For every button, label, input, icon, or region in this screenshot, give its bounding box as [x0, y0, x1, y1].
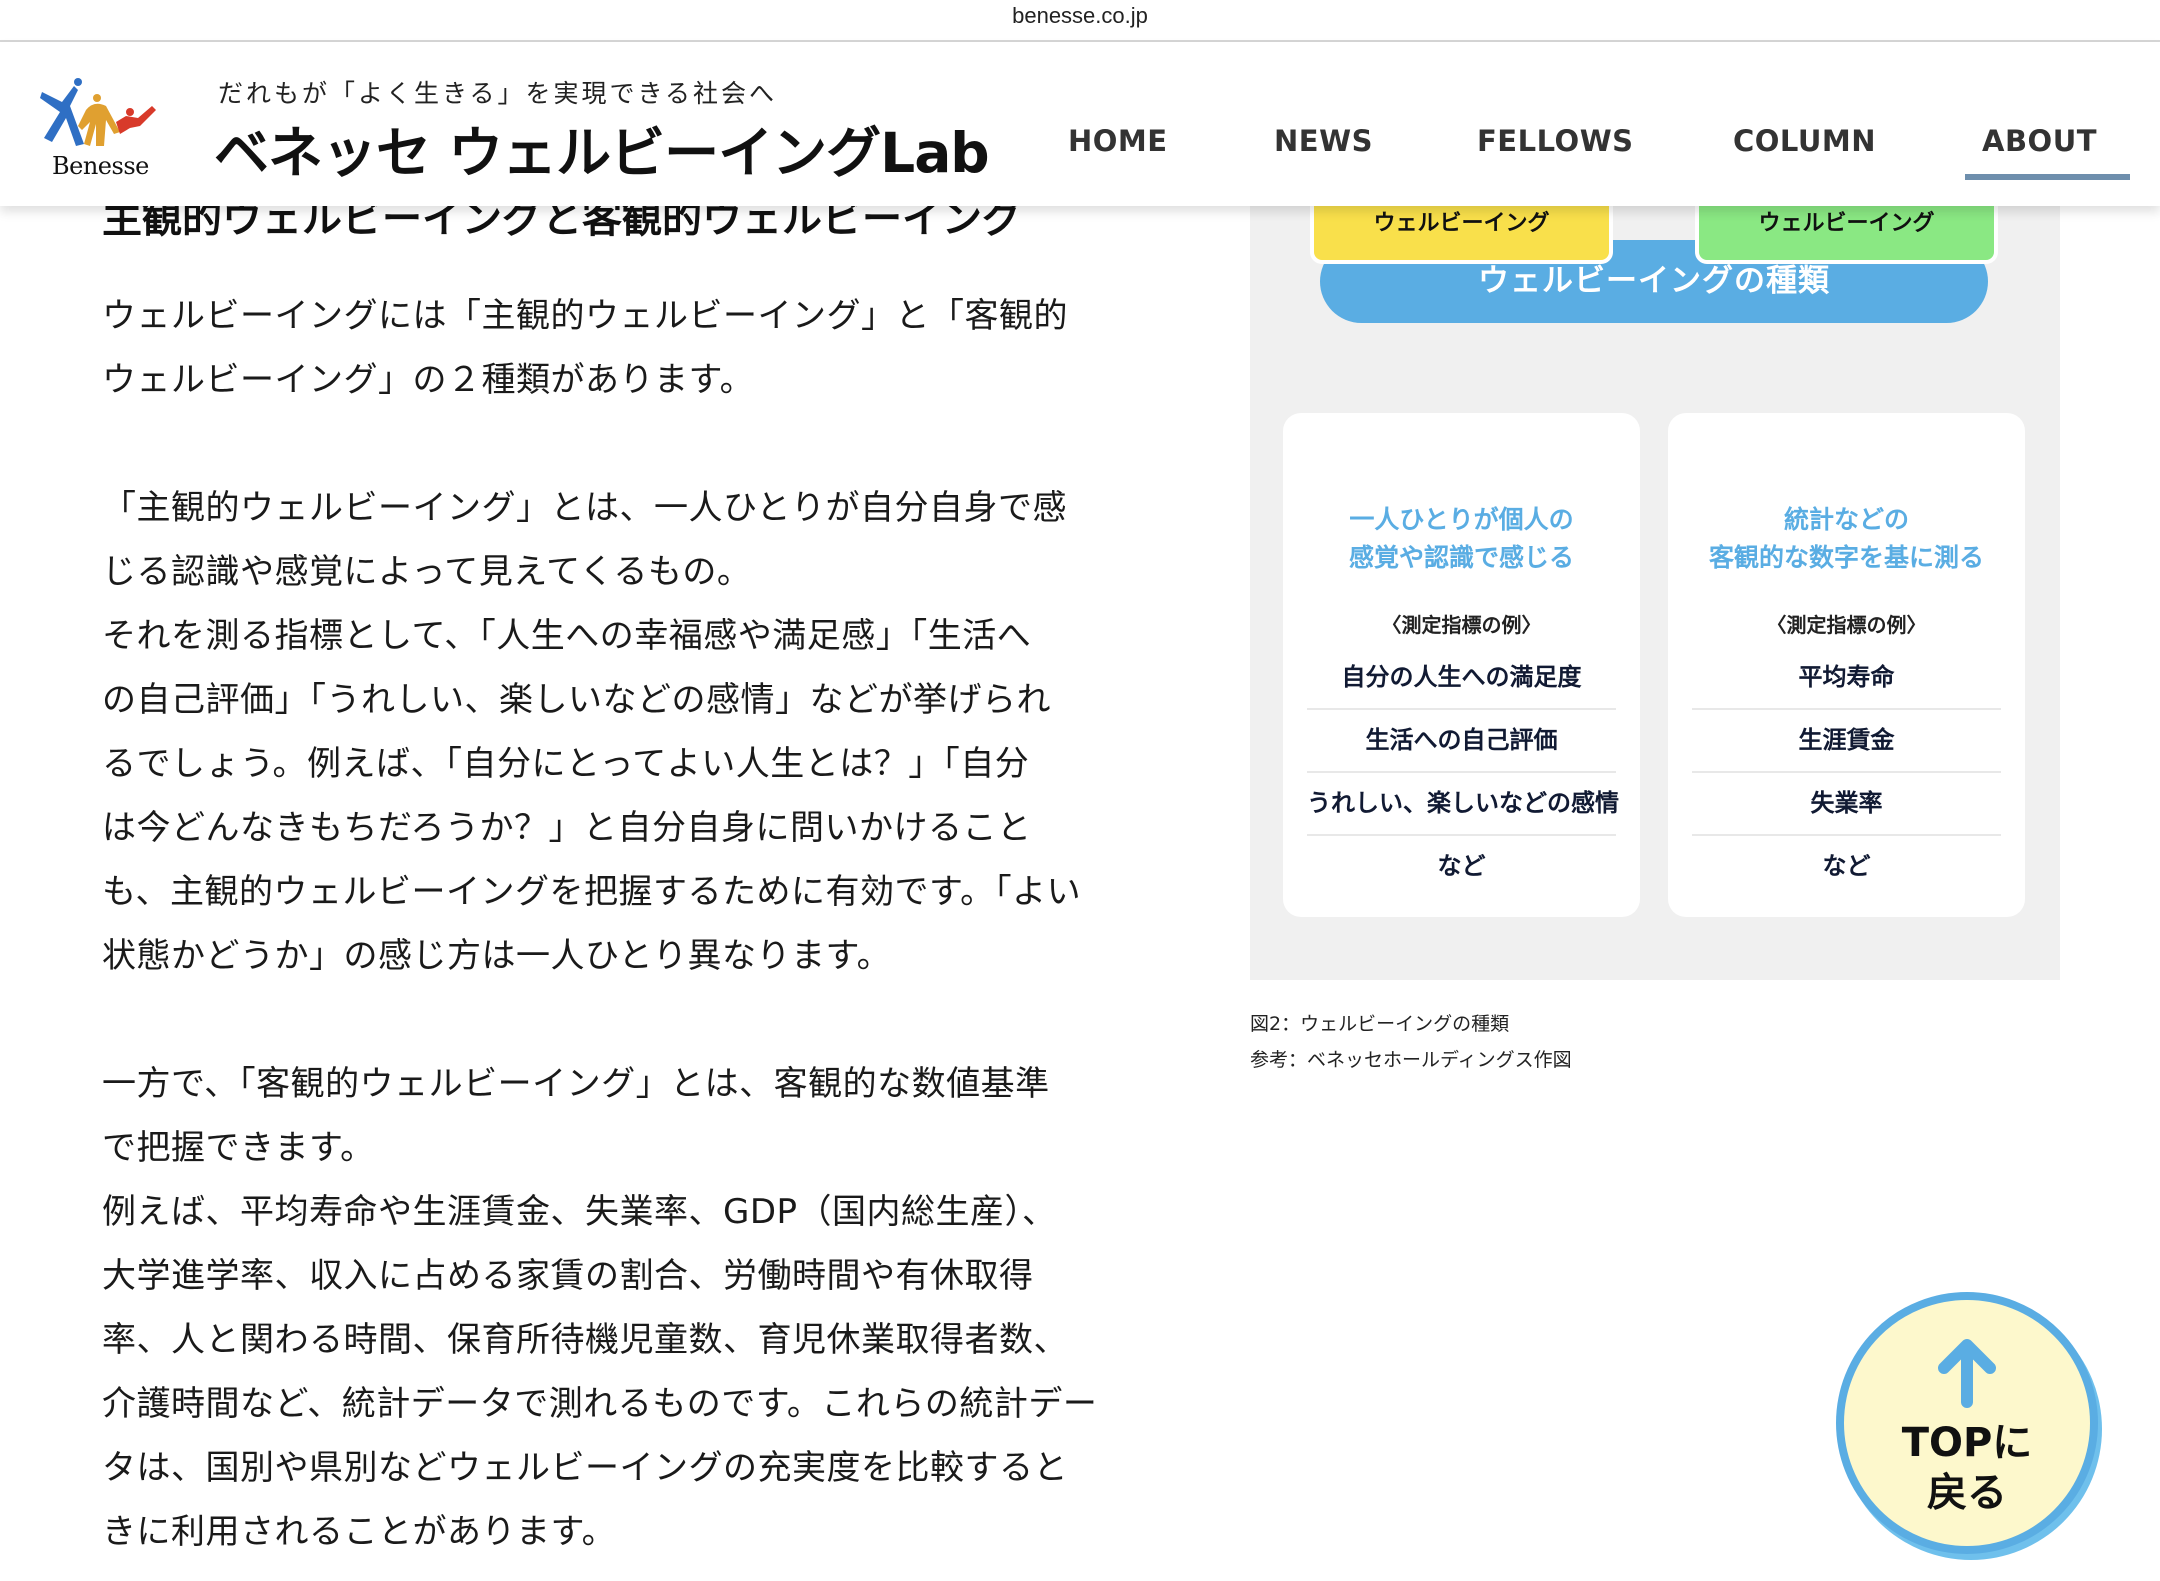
- subjective-examples-list: 自分の人生への満足度 生活への自己評価 うれしい、楽しいなどの感情 など: [1307, 647, 1619, 899]
- benesse-figures-icon: [40, 78, 156, 146]
- objective-examples-label: 〈測定指標の例〉: [1766, 613, 1927, 637]
- wellbeing-types-figure: ウェルビーイングの種類 一人ひとりが個人の 感覚や認識で感じる 〈測定指標の例〉…: [1250, 206, 2060, 980]
- site-header: Benesse だれもが「よく生きる」を実現できる社会へ ベネッセ ウェルビーイ…: [0, 42, 2160, 206]
- browser-url-bar[interactable]: benesse.co.jp: [0, 0, 2160, 42]
- arrow-up-icon: [1938, 1339, 1996, 1408]
- list-item: うれしい、楽しいなどの感情: [1307, 773, 1619, 836]
- paragraph-line: 状態かどうか」の感じ方は一人ひとり異なります。: [102, 936, 892, 976]
- caption-source: 参考：ベネッセホールディングス作図: [1250, 1049, 1572, 1071]
- label-line: TOPに: [1901, 1420, 2033, 1466]
- paragraph-line: るでしょう。例えば、「自分にとってよい人生とは？」「自分: [102, 744, 1030, 784]
- nav-column[interactable]: COLUMN: [1733, 124, 1876, 164]
- tag-line: ウェルビーイング: [1373, 211, 1550, 236]
- subjective-lead: 一人ひとりが個人の 感覚や認識で感じる: [1283, 501, 1640, 577]
- paragraph-line: 介護時間など、統計データで測れるものです。これらの統計デー: [102, 1384, 1098, 1424]
- objective-examples-list: 平均寿命 生涯賃金 失業率 など: [1692, 647, 2001, 899]
- paragraph-line: 大学進学率、収入に占める家賃の割合、労働時間や有休取得: [102, 1256, 1034, 1296]
- tag-line: ウェルビーイング: [1758, 211, 1935, 236]
- list-item: 生活への自己評価: [1307, 710, 1616, 773]
- benesse-logo[interactable]: Benesse: [34, 72, 164, 182]
- paragraph-line: の自己評価」「うれしい、楽しいなどの感情」などが挙げられ: [102, 680, 1051, 720]
- nav-about[interactable]: ABOUT: [1982, 124, 2097, 164]
- paragraph-line: じる認識や感覚によって見えてくるもの。: [102, 552, 752, 592]
- objective-card: 統計などの 客観的な数字を基に測る 〈測定指標の例〉 平均寿命 生涯賃金 失業率…: [1668, 413, 2025, 917]
- paragraph-line: 一方で、「客観的ウェルビーイング」とは、客観的な数値基準: [102, 1064, 1050, 1104]
- paragraph-line: ウェルビーイングには「主観的ウェルビーイング」と「客観的: [102, 296, 1068, 336]
- lead-line: 感覚や認識で感じる: [1348, 543, 1574, 572]
- nav-home[interactable]: HOME: [1068, 124, 1168, 164]
- caption-title: 図2：ウェルビーイングの種類: [1250, 1013, 1510, 1035]
- paragraph-line: タは、国別や県別などウェルビーイングの充実度を比較すると: [102, 1448, 1068, 1488]
- article-body: ウェルビーイングには「主観的ウェルビーイング」と「客観的 ウェルビーイング」の２…: [102, 284, 1162, 1564]
- paragraph-line: 「主観的ウェルビーイング」とは、一人ひとりが自分自身で感: [102, 488, 1067, 528]
- list-item: など: [1437, 852, 1486, 880]
- nav-active-indicator: [1965, 174, 2130, 180]
- paragraph-line: で把握できます。: [102, 1128, 375, 1168]
- lead-line: 客観的な数字を基に測る: [1708, 543, 1984, 572]
- list-item: など: [1822, 852, 1871, 880]
- back-to-top-label: TOPに 戻る: [1844, 1418, 2090, 1518]
- paragraph-line: は今どんなきもちだろうか？」と自分自身に問いかけること: [102, 808, 1032, 848]
- subjective-card: 一人ひとりが個人の 感覚や認識で感じる 〈測定指標の例〉 自分の人生への満足度 …: [1283, 413, 1640, 917]
- objective-lead: 統計などの 客観的な数字を基に測る: [1668, 501, 2025, 577]
- figure-caption: 図2：ウェルビーイングの種類 参考：ベネッセホールディングス作図: [1250, 1006, 1572, 1078]
- paragraph-line: 率、人と関わる時間、保育所待機児童数、育児休業取得者数、: [102, 1320, 1068, 1360]
- nav-news[interactable]: NEWS: [1274, 124, 1373, 164]
- paragraph-line: それを測る指標として、「人生への幸福感や満足感」「生活へ: [102, 616, 1032, 656]
- logo-wordmark: Benesse: [52, 152, 149, 180]
- site-tagline: だれもが「よく生きる」を実現できる社会へ: [218, 79, 778, 108]
- list-item: 自分の人生への満足度: [1307, 647, 1616, 710]
- nav-fellows[interactable]: FELLOWS: [1477, 124, 1634, 164]
- paragraph-line: も、主観的ウェルビーイングを把握するために有効です。「よい: [102, 872, 1082, 912]
- url-text: benesse.co.jp: [1012, 3, 1148, 28]
- back-to-top-button[interactable]: TOPに 戻る: [1836, 1292, 2098, 1554]
- list-item: 失業率: [1692, 773, 2001, 836]
- list-item: 平均寿命: [1692, 647, 2001, 710]
- label-line: 戻る: [1927, 1470, 2007, 1516]
- subjective-examples-label: 〈測定指標の例〉: [1381, 613, 1542, 637]
- paragraph-line: きに利用されることがあります。: [102, 1512, 617, 1552]
- list-item: 生涯賃金: [1692, 710, 2001, 773]
- paragraph-line: ウェルビーイング」の２種類があります。: [102, 360, 755, 400]
- lead-line: 統計などの: [1783, 505, 1909, 534]
- paragraph-line: 例えば、平均寿命や生涯賃金、失業率、GDP（国内総生産）、: [102, 1192, 1057, 1232]
- site-title[interactable]: ベネッセ ウェルビーイングLab: [214, 108, 990, 188]
- lead-line: 一人ひとりが個人の: [1349, 505, 1574, 534]
